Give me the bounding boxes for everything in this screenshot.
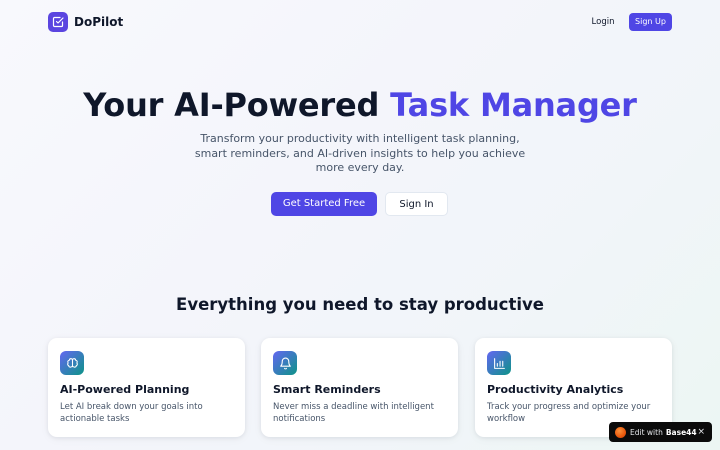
features-heading: Everything you need to stay productive — [176, 295, 544, 314]
sign-in-button[interactable]: Sign In — [385, 192, 448, 216]
checkbox-logo-icon — [48, 12, 68, 32]
feature-card-planning: AI-Powered Planning Let AI break down yo… — [48, 338, 245, 437]
brand[interactable]: DoPilot — [48, 12, 123, 32]
feature-description: Let AI break down your goals into action… — [60, 402, 203, 424]
get-started-button[interactable]: Get Started Free — [271, 192, 377, 216]
feature-title: AI-Powered Planning — [60, 383, 190, 396]
bar-chart-icon — [487, 351, 511, 375]
feature-description: Never miss a deadline with intelligent n… — [273, 402, 434, 424]
top-nav: DoPilot Login Sign Up — [0, 0, 720, 44]
badge-brand: Base44 — [665, 427, 697, 437]
feature-title: Smart Reminders — [273, 383, 381, 396]
hero-subtitle: Transform your productivity with intelli… — [194, 132, 526, 174]
brand-name: DoPilot — [74, 15, 124, 29]
hero-title-accent: Task Manager — [390, 86, 637, 124]
base44-logo-icon — [615, 426, 626, 438]
signup-button[interactable]: Sign Up — [629, 13, 672, 31]
feature-title: Productivity Analytics — [487, 383, 624, 396]
feature-card-reminders: Smart Reminders Never miss a deadline wi… — [261, 338, 458, 437]
close-icon[interactable]: × — [697, 426, 705, 438]
hero-title-main: Your AI-Powered — [83, 86, 391, 124]
hero-title: Your AI-Powered Task Manager — [0, 86, 720, 124]
badge-text: Edit with — [630, 427, 663, 437]
brain-icon — [60, 351, 84, 375]
bell-icon — [273, 351, 297, 375]
edit-with-base44-badge[interactable]: Edit with Base44 × — [609, 422, 712, 442]
login-link[interactable]: Login — [585, 13, 621, 31]
